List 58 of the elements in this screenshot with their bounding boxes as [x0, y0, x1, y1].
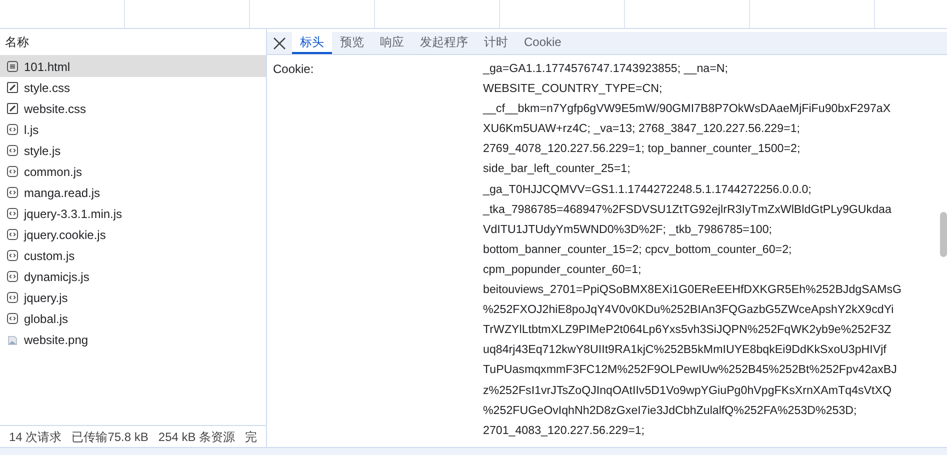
file-name: jquery.js: [24, 290, 68, 306]
file-name: dynamicjs.js: [24, 268, 90, 286]
request-row[interactable]: global.js: [0, 308, 266, 329]
tab[interactable]: 预览: [332, 32, 372, 54]
file-name: 101.html: [24, 58, 70, 76]
status-text: 14 次请求: [9, 428, 62, 446]
header-value: bottom_banner_counter_15=2; cpcv_bottom_counter_60=2;: [483, 242, 793, 258]
file-name: manga.read.js: [24, 184, 100, 202]
request-row[interactable]: jquery.cookie.js: [0, 224, 266, 245]
header-value: VdITU1JTUdyYm5WND0%3D%2F; _tkb_7986785=100;: [483, 222, 774, 238]
file-name: custom.js: [24, 248, 75, 264]
file-name: common.js: [24, 164, 82, 180]
header-value: uq84rj43Eq712kwY8UIIt9RA1kjC%252B5kMmIUYE8bqkEi9DdKkSxoU3pHIVjf: [483, 342, 888, 358]
request-row[interactable]: style.css: [0, 77, 266, 98]
header-value: 2769_4078_120.227.56.229=1; top_banner_counter_1500=2;: [483, 141, 802, 158]
file-name: website.css: [24, 100, 86, 118]
header-value: _ga_T0HJJCQMVV=GS1.1.1744272248.5.1.1744272256.0.0.0;: [483, 182, 812, 198]
header-value: __cf__bkm=n7Ygfp6gVW9E5mW/90GMI7B8P7OkWsDAaeMjFiFu90bxF297aX: [483, 101, 892, 118]
header-value: TuPUasmqxmmF3FC12M%252F9OLPewIUw%252B45%252Bt%252Fpv42axBJ: [483, 362, 898, 378]
header-value: WEBSITE_COUNTRY_TYPE=CN;: [483, 81, 664, 98]
file-name: style.css: [24, 80, 70, 96]
header-value: %252FUGeOvIqhNh2D8zGxeI7ie3JdCbhZulalfQ%252FA%253D%253D;: [483, 402, 858, 419]
header-value: XU6Km5UAW+rz4C; _va=13; 2768_3847_120.227.56.229=1;: [483, 121, 802, 138]
file-name: global.js: [24, 310, 68, 328]
request-row[interactable]: jquery-3.3.1.min.js: [0, 203, 266, 224]
status-text: 254 kB 条资源: [158, 428, 236, 446]
status-text: 已传输75.8 kB: [72, 428, 148, 446]
header-value: 2701_4083_120.227.56.229=1;: [483, 422, 646, 439]
file-name: l.js: [24, 122, 39, 138]
request-row[interactable]: common.js: [0, 161, 266, 182]
header-value: z%252FsI1vrJTsZoQJInqOAtIIv5D1Vo9wpYGiuPg0hVpgFKsXrnXAmTq4sVtXQ: [483, 382, 893, 398]
status-text: 完: [245, 428, 258, 446]
file-name: website.png: [24, 332, 88, 348]
tab[interactable]: 标头: [292, 32, 332, 54]
request-row[interactable]: jquery.js: [0, 287, 266, 308]
header-value: _tka_7986785=468947%2FSDVSU1ZtTG92ejlrR3IyTmZxWlBldGtPLy9GUkdaa: [483, 202, 892, 218]
request-row[interactable]: custom.js: [0, 245, 266, 266]
request-row[interactable]: website.css: [0, 98, 266, 119]
request-row[interactable]: manga.read.js: [0, 182, 266, 203]
file-name: jquery.cookie.js: [24, 226, 106, 244]
request-row[interactable]: 101.html: [0, 56, 266, 77]
header-value: cpm_popunder_counter_60=1;: [483, 262, 642, 278]
request-row[interactable]: dynamicjs.js: [0, 266, 266, 287]
tab[interactable]: 响应: [372, 32, 412, 54]
request-row[interactable]: website.png: [0, 329, 266, 350]
request-row[interactable]: style.js: [0, 140, 266, 161]
header-value: side_bar_left_counter_25=1;: [483, 161, 632, 178]
file-name: style.js: [24, 142, 61, 160]
header-value: _ga=GA1.1.1774576747.1743923855; __na=N;: [483, 61, 729, 77]
header-value: TrWZYlLtbtmXLZ9PIMeP2t064Lp6Yxs5vh3SiJQPN%252FqWK2yb9e%252F3Z: [483, 322, 892, 338]
file-name: jquery-3.3.1.min.js: [24, 206, 122, 222]
tab[interactable]: 发起程序: [412, 32, 476, 54]
tab[interactable]: 计时: [476, 32, 516, 54]
tab[interactable]: Cookie: [516, 32, 570, 54]
header-value: beitouviews_2701=PpiQSoBMX8EXi1G0EReEEHfDXKGR5Eh%252BJdgSAMsG: [483, 282, 902, 298]
request-row[interactable]: l.js: [0, 119, 266, 140]
header-name: Cookie:: [273, 61, 315, 78]
header-value: %252FXOJ2hiE8poJqY4V0v0KDu%252BIAn3FQGazbG5ZWceApshY2kX9cdYi: [483, 302, 895, 318]
